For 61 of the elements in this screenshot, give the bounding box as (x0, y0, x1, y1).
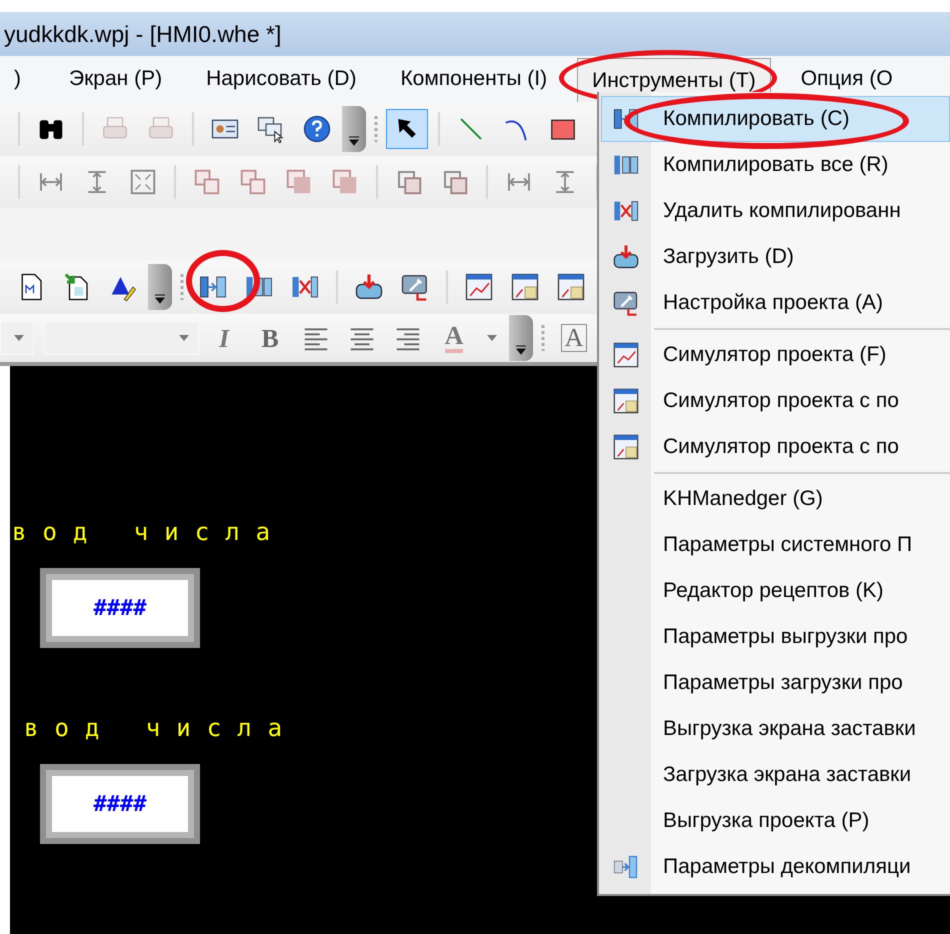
toolbar-overflow-button[interactable] (509, 315, 533, 361)
help-icon (302, 114, 332, 144)
menu-item[interactable]: Экран (P) (55, 57, 176, 101)
toolbar-overflow-button[interactable] (342, 106, 366, 152)
numeric-input-field[interactable]: #### (40, 568, 200, 648)
chart-window-icon (612, 387, 640, 415)
chart-window-icon (556, 272, 586, 302)
menu-entry[interactable]: Параметры загрузки про (601, 660, 950, 706)
menu-entry[interactable]: Симулятор проекта (F) (601, 332, 950, 378)
format-button[interactable]: A (553, 319, 595, 357)
fit-icon (128, 167, 158, 197)
menu-entry[interactable]: Загрузка экрана заставки (601, 752, 950, 798)
grip-icon[interactable] (540, 323, 546, 353)
numeric-input-field[interactable]: #### (40, 764, 200, 844)
menu-entry[interactable]: Загрузить (D) (601, 234, 950, 280)
menu-entry[interactable]: Параметры системного П (601, 522, 950, 568)
format-button[interactable]: B (249, 319, 291, 357)
layers-icon (192, 167, 222, 197)
menu-entry[interactable]: Компилировать все (R) (601, 142, 950, 188)
chevron-down-icon (348, 136, 360, 146)
caret-icon (486, 334, 498, 342)
chart-window-icon (464, 272, 494, 302)
chevron-down-icon (515, 345, 527, 355)
download-icon (354, 272, 384, 302)
dropdown-arrow-icon (13, 334, 25, 342)
menu-entry[interactable]: Удалить компилированн (601, 188, 950, 234)
window-title: yudkkdk.wpj - [HMI0.whe *] (4, 20, 282, 49)
menu-item[interactable]: ) (0, 57, 35, 101)
menu-item[interactable]: Компоненты (I) (386, 57, 562, 101)
field-label: вод числа (23, 714, 298, 742)
menu-entry[interactable]: KHManedger (G) (601, 476, 950, 522)
chart-window-icon (612, 341, 640, 369)
decompile-icon (612, 853, 640, 881)
menu-item[interactable]: Нарисовать (D) (192, 57, 370, 101)
menu-entry[interactable]: Параметры декомпиляци (601, 844, 950, 890)
chevron-down-icon (154, 294, 166, 304)
font-combo-box[interactable] (0, 321, 34, 355)
toolbar-button[interactable] (386, 109, 428, 149)
layers-icon (238, 167, 268, 197)
menu-entry[interactable]: Редактор рецептов (K) (601, 568, 950, 614)
chart-window-icon (510, 272, 540, 302)
menu-entry[interactable]: Настройка проекта (A) (601, 280, 950, 326)
menu-entry[interactable]: Параметры выгрузки про (601, 614, 950, 660)
dropdown-arrow-icon (178, 334, 190, 342)
format-button[interactable]: A (433, 319, 475, 357)
menu-entry[interactable]: Симулятор проекта с по (601, 424, 950, 470)
grip-icon[interactable] (179, 272, 185, 302)
field-value: #### (94, 594, 146, 622)
field-label: вод числа (11, 518, 286, 546)
menu-entry[interactable]: Выгрузка экрана заставки (601, 706, 950, 752)
monitor-wrench-icon (400, 272, 430, 302)
toolbar-overflow-button[interactable] (148, 264, 172, 310)
chart-window-icon (612, 433, 640, 461)
download-icon (612, 243, 640, 271)
field-value: #### (94, 790, 146, 818)
menu-entry[interactable]: Выгрузка проекта (P) (601, 798, 950, 844)
grip-icon[interactable] (373, 114, 379, 144)
menu-entry[interactable]: Симулятор проекта с по (601, 378, 950, 424)
windows-icon (256, 114, 286, 144)
monitor-wrench-icon (612, 289, 640, 317)
format-button[interactable]: I (203, 319, 245, 357)
